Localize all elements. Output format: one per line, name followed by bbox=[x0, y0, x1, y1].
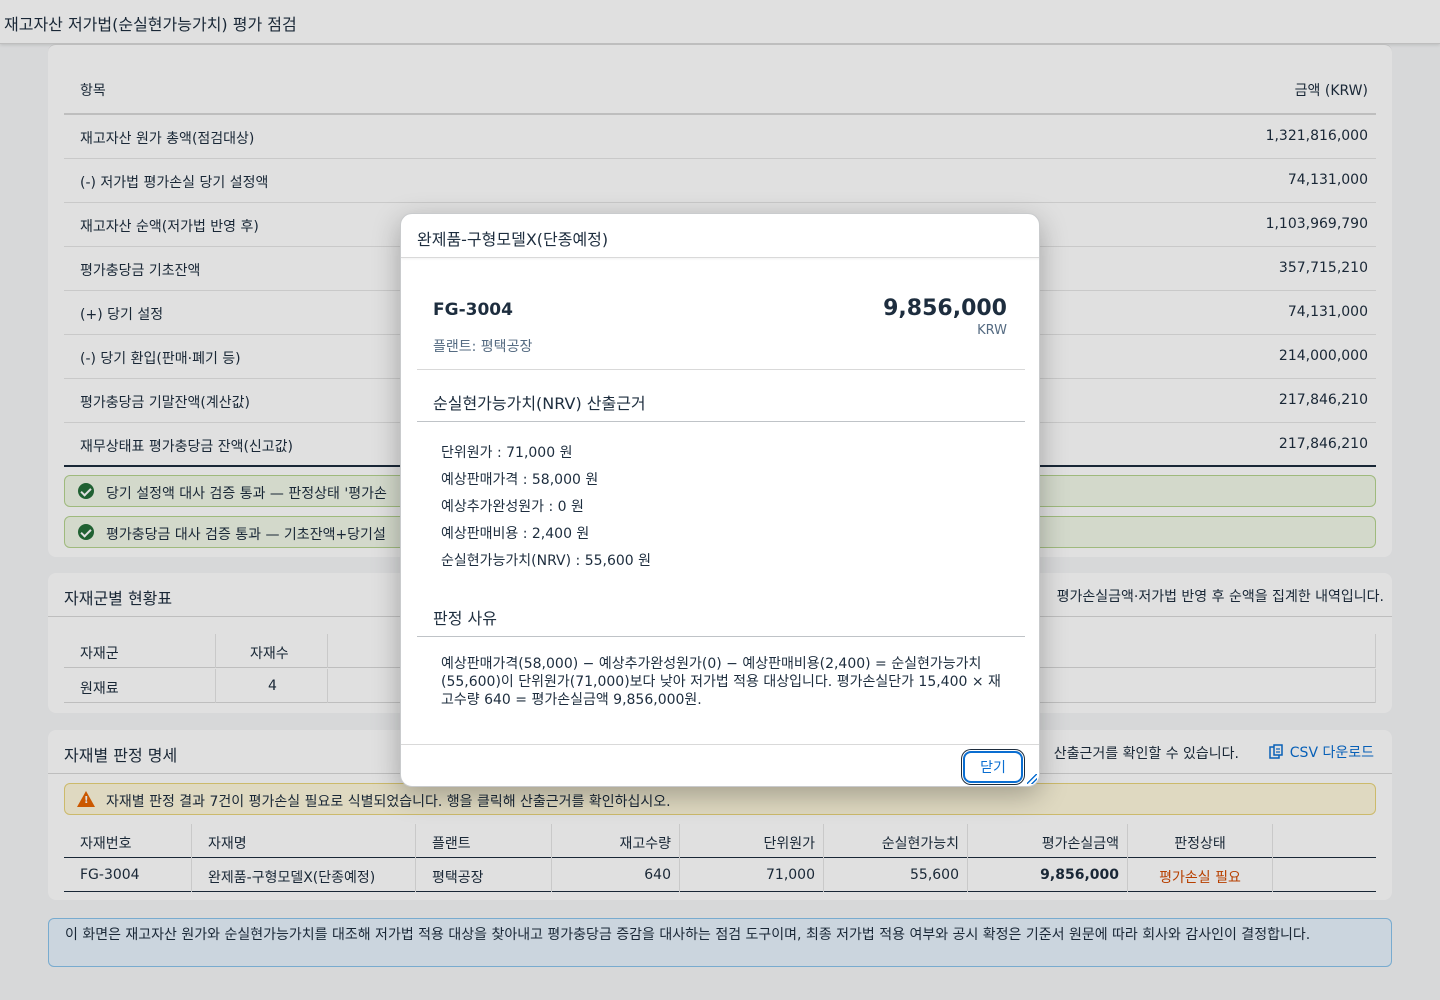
nrv-line: 예상판매가격 : 58,000 원 bbox=[441, 472, 599, 488]
reason-section-title: 판정 사유 bbox=[433, 609, 497, 628]
dialog-footer: 닫기 bbox=[401, 744, 1039, 786]
material-plant: 플랜트: 평택공장 bbox=[433, 339, 533, 355]
nrv-line: 단위원가 : 71,000 원 bbox=[441, 445, 573, 461]
nrv-detail-dialog: 완제품-구형모델X(단종예정) FG-3004 플랜트: 평택공장 9,856,… bbox=[400, 213, 1040, 787]
reason-text: 예상판매가격(58,000) − 예상추가완성원가(0) − 예상판매비용(2,… bbox=[441, 656, 1001, 708]
close-button[interactable]: 닫기 bbox=[963, 751, 1023, 783]
divider bbox=[417, 421, 1025, 422]
resize-handle-icon[interactable] bbox=[1027, 774, 1037, 784]
divider bbox=[417, 636, 1025, 637]
loss-currency: KRW bbox=[977, 323, 1007, 338]
nrv-line: 순실현가능가치(NRV) : 55,600 원 bbox=[441, 553, 652, 569]
dialog-title: 완제품-구형모델X(단종예정) bbox=[417, 230, 609, 249]
loss-amount: 9,856,000 bbox=[883, 296, 1007, 321]
dialog-header: 완제품-구형모델X(단종예정) bbox=[401, 214, 1039, 258]
divider bbox=[417, 369, 1025, 370]
nrv-line: 예상추가완성원가 : 0 원 bbox=[441, 499, 584, 515]
material-code: FG-3004 bbox=[433, 300, 513, 320]
nrv-line: 예상판매비용 : 2,400 원 bbox=[441, 526, 590, 542]
nrv-section-title: 순실현가능가치(NRV) 산출근거 bbox=[433, 394, 646, 413]
